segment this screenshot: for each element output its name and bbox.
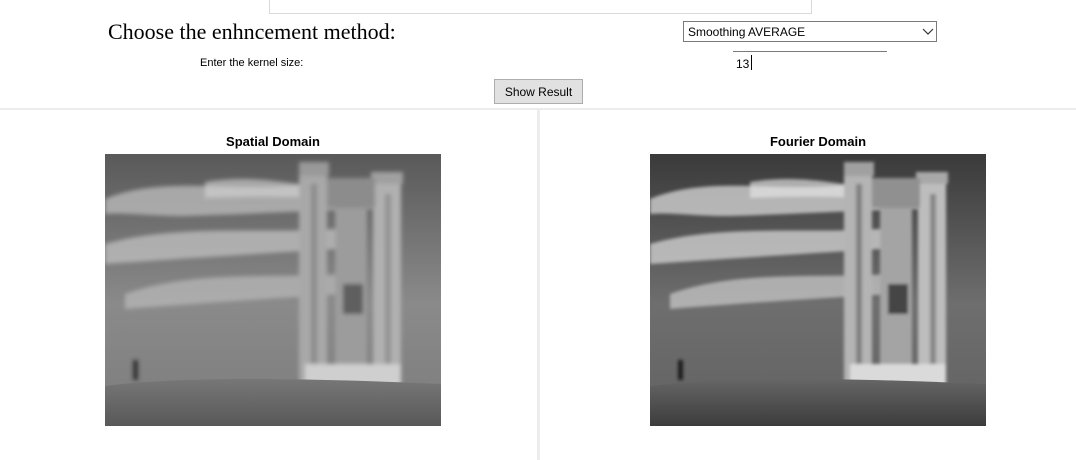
kernel-size-label: Enter the kernel size: — [200, 57, 304, 69]
spatial-domain-image — [105, 154, 441, 426]
fourier-domain-image — [650, 154, 986, 426]
top-frame — [269, 0, 812, 14]
text-caret — [751, 55, 752, 70]
spatial-image-graphic — [105, 154, 441, 426]
show-result-button[interactable]: Show Result — [494, 79, 583, 104]
spatial-domain-title: Spatial Domain — [226, 134, 320, 149]
method-label: Choose the enhncement method: — [108, 19, 396, 44]
fourier-domain-title: Fourier Domain — [769, 134, 867, 149]
chevron-down-icon[interactable] — [920, 22, 936, 41]
fourier-image-graphic — [650, 154, 986, 426]
vertical-divider — [537, 110, 540, 460]
kernel-size-input[interactable] — [733, 51, 887, 73]
method-select-value: Smoothing AVERAGE — [688, 24, 806, 39]
method-select[interactable]: Smoothing AVERAGE — [683, 21, 937, 42]
